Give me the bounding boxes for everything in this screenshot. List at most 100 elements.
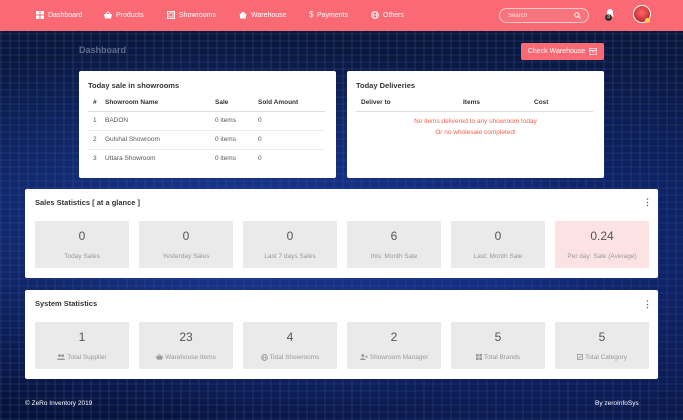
nav-dashboard-label: Dashboard xyxy=(48,11,83,19)
stat-label: Today Sales xyxy=(64,253,100,260)
stat-warehouse-items: 23 Warehouse Items xyxy=(139,322,233,369)
stat-total-category: 5 Total Category xyxy=(555,322,649,369)
nav-payments[interactable]: $ Payments xyxy=(309,11,348,19)
column-header: # xyxy=(88,94,105,112)
table-cell: 0 items xyxy=(215,130,258,150)
search-icon[interactable] xyxy=(574,12,581,19)
today-deliveries-table: Deliver to Items Cost xyxy=(356,94,593,112)
table-cell: 0 xyxy=(258,130,325,150)
sales-statistics-menu-icon[interactable]: ⋮ xyxy=(643,198,652,207)
column-header: Deliver to xyxy=(356,94,463,112)
nav-dashboard[interactable]: Dashboard xyxy=(36,11,82,19)
stat-value: 5 xyxy=(598,330,606,344)
table-header-row: Deliver to Items Cost xyxy=(356,94,593,112)
stat-label: Warehouse Items xyxy=(165,354,216,361)
check-warehouse-button[interactable]: Check Warehouse xyxy=(521,43,604,60)
table-header-row: # Showroom Name Sale Sold Amount xyxy=(88,94,325,112)
grid-icon xyxy=(475,354,482,361)
table-row: 3 Uttara Showroom 0 items 0 xyxy=(88,149,325,168)
stat-label: this: Month Sale xyxy=(370,253,418,260)
stat-label-wrap: Total Supplier xyxy=(35,354,129,361)
window-icon xyxy=(167,11,175,19)
check-warehouse-label: Check Warehouse xyxy=(527,48,586,55)
empty-deliveries-message-line2: Or no wholesale completed! xyxy=(435,129,516,136)
stat-label: Showroom Manager xyxy=(369,354,429,361)
stat-total-supplier: 1 Total Supplier xyxy=(35,322,129,369)
stat-total-showrooms: 4 Total Showrooms xyxy=(243,322,337,369)
stat-label-wrap: Total Category xyxy=(555,354,649,361)
stat-label: Total Supplier xyxy=(67,354,107,361)
nav-products[interactable]: Products xyxy=(104,11,144,19)
online-status-dot xyxy=(645,18,650,23)
table-cell: Gulshal Showroom xyxy=(105,130,215,150)
search-box xyxy=(499,8,589,23)
empty-deliveries-message-line1: No items delivered to any showroom today xyxy=(414,118,537,125)
stat-value: 5 xyxy=(494,330,502,344)
stat-label: Total Category xyxy=(585,354,627,361)
stat-label-wrap: Total Showrooms xyxy=(243,354,337,361)
table-cell: 0 xyxy=(258,111,325,131)
system-statistics-menu-icon[interactable]: ⋮ xyxy=(643,300,652,309)
stat-label-wrap: Total Brands xyxy=(451,354,545,361)
column-header: Sold Amount xyxy=(258,94,325,112)
stat-label-wrap: Warehouse Items xyxy=(139,354,233,361)
table-cell: 3 xyxy=(93,155,97,163)
table-cell: 0 items xyxy=(215,111,258,131)
nav-others[interactable]: Others xyxy=(371,11,404,19)
nav-warehouse-label: Warehouse xyxy=(251,11,287,19)
footer-credit: By zeroInfoSys xyxy=(595,400,639,407)
column-header: Cost xyxy=(534,94,593,112)
stat-showroom-manager: 2 Showroom Manager xyxy=(347,322,441,369)
user-plus-icon xyxy=(359,354,368,361)
stat-value: 1 xyxy=(78,330,86,344)
stat-value: 0 xyxy=(182,229,190,243)
search-input[interactable] xyxy=(508,12,570,19)
table-cell: Uttara Showroom xyxy=(105,155,156,163)
top-navbar: Dashboard Products Showrooms Warehouse $… xyxy=(0,0,683,31)
today-deliveries-card: Today Deliveries Deliver to Items Cost N… xyxy=(347,71,604,178)
system-statistics-title: System Statistics xyxy=(35,299,98,308)
today-sale-title: Today sale in showrooms xyxy=(88,81,180,90)
nav-showrooms[interactable]: Showrooms xyxy=(167,11,216,19)
basket-icon xyxy=(156,354,164,360)
stat-label-wrap: Showroom Manager xyxy=(347,354,441,361)
system-statistics-card: System Statistics ⋮ 1 Total Supplier 23 … xyxy=(25,290,658,379)
footer-copyright: © ZeRo Inventory 2019 xyxy=(25,400,93,407)
stat-total-brands: 5 Total Brands xyxy=(451,322,545,369)
stat-label: Total Showrooms xyxy=(269,354,320,362)
basket-icon xyxy=(104,11,112,19)
stat-value: 6 xyxy=(390,229,398,243)
archive-icon xyxy=(589,48,598,55)
today-sale-table: # Showroom Name Sale Sold Amount 1 BADON… xyxy=(88,94,325,168)
globe-icon xyxy=(371,11,379,19)
column-header: Showroom Name xyxy=(105,94,215,112)
stat-yesterday-sales: 0 Yesterday Sales xyxy=(139,221,233,268)
table-cell: 1 xyxy=(88,111,105,131)
stat-label: Per day: Sale (Average) xyxy=(567,253,637,260)
stat-value: 0 xyxy=(494,229,502,243)
stat-value: 0.24 xyxy=(590,229,614,243)
nav-warehouse[interactable]: Warehouse xyxy=(239,11,287,19)
stat-label: Last 7 days Sales xyxy=(264,253,316,260)
column-header: Items xyxy=(463,94,534,112)
stat-value: 2 xyxy=(390,330,398,344)
nav-others-label: Others xyxy=(383,11,405,19)
table-cell: 0 xyxy=(258,155,262,163)
notification-count-badge: 3 xyxy=(605,14,612,21)
today-sale-card: Today sale in showrooms # Showroom Name … xyxy=(79,71,336,178)
table-row: 1 BADON 0 items 0 xyxy=(88,111,325,131)
stat-today-sales: 0 Today Sales xyxy=(35,221,129,268)
dashboard-icon xyxy=(36,11,44,19)
table-cell: 0 items xyxy=(215,155,236,163)
nav-products-label: Products xyxy=(116,11,144,19)
stat-last-month-sale: 0 Last: Month Sale xyxy=(451,221,545,268)
globe-icon xyxy=(260,354,268,361)
today-deliveries-title: Today Deliveries xyxy=(356,81,416,90)
stat-value: 4 xyxy=(286,330,294,344)
nav-payments-label: Payments xyxy=(317,11,349,19)
stat-last-7-days-sales: 0 Last 7 days Sales xyxy=(243,221,337,268)
home-icon xyxy=(239,11,247,19)
notifications-button[interactable]: 3 xyxy=(605,8,615,21)
table-cell: 2 xyxy=(88,130,105,150)
stat-per-day-average: 0.24 Per day: Sale (Average) xyxy=(555,221,649,268)
